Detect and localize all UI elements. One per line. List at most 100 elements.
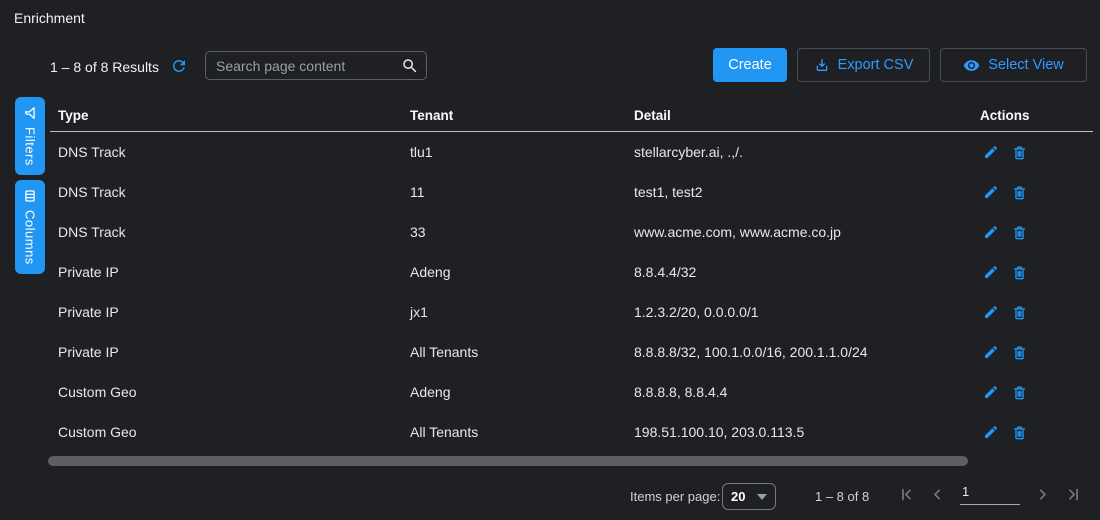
last-page-button[interactable] <box>1065 486 1082 503</box>
cell-actions <box>980 344 1093 361</box>
edit-button[interactable] <box>983 144 999 160</box>
cell-tenant: All Tenants <box>410 424 634 440</box>
cell-tenant: All Tenants <box>410 344 634 360</box>
pagination-range: 1 – 8 of 8 <box>815 489 869 504</box>
cell-actions <box>980 384 1093 401</box>
column-header-tenant: Tenant <box>410 108 634 123</box>
export-csv-label: Export CSV <box>838 57 914 73</box>
edit-pencil-icon <box>983 424 999 440</box>
delete-button[interactable] <box>1011 384 1028 401</box>
edit-pencil-icon <box>983 384 999 400</box>
create-button[interactable]: Create <box>713 48 787 82</box>
edit-pencil-icon <box>983 184 999 200</box>
chevron-down-icon <box>757 494 767 500</box>
cell-detail: 8.8.8.8, 8.8.4.4 <box>634 384 980 400</box>
horizontal-scrollbar[interactable] <box>48 456 968 466</box>
enrichment-table: Type Tenant Detail Actions DNS Track tlu… <box>50 100 1093 452</box>
edit-button[interactable] <box>983 384 999 400</box>
cell-actions <box>980 264 1093 281</box>
sidebar-tab-filters[interactable]: Filters <box>15 97 45 175</box>
delete-button[interactable] <box>1011 184 1028 201</box>
table-row: DNS Track 11 test1, test2 <box>50 172 1093 212</box>
delete-trash-icon <box>1011 184 1028 201</box>
items-per-page-select[interactable]: 20 <box>722 483 776 510</box>
delete-button[interactable] <box>1011 344 1028 361</box>
delete-button[interactable] <box>1011 224 1028 241</box>
refresh-icon <box>170 57 188 75</box>
filters-tab-label: Filters <box>23 127 38 166</box>
download-icon <box>814 57 830 73</box>
prev-page-button[interactable] <box>929 486 946 503</box>
next-page-button[interactable] <box>1034 486 1051 503</box>
next-page-icon <box>1034 486 1051 503</box>
delete-trash-icon <box>1011 344 1028 361</box>
columns-grid-icon <box>23 189 37 203</box>
table-row: Private IP jx1 1.2.3.2/20, 0.0.0.0/1 <box>50 292 1093 332</box>
delete-trash-icon <box>1011 224 1028 241</box>
cell-type: Custom Geo <box>50 424 410 440</box>
sidebar-tab-columns[interactable]: Columns <box>15 180 45 274</box>
cell-type: DNS Track <box>50 144 410 160</box>
cell-tenant: tlu1 <box>410 144 634 160</box>
edit-button[interactable] <box>983 344 999 360</box>
cell-tenant: jx1 <box>410 304 634 320</box>
delete-button[interactable] <box>1011 264 1028 281</box>
refresh-button[interactable] <box>169 56 189 76</box>
cell-actions <box>980 184 1093 201</box>
edit-pencil-icon <box>983 304 999 320</box>
delete-trash-icon <box>1011 304 1028 321</box>
enrichment-page: Enrichment 1 – 8 of 8 Results Create Exp… <box>0 0 1100 520</box>
table-row: Private IP All Tenants 8.8.8.8/32, 100.1… <box>50 332 1093 372</box>
cell-type: DNS Track <box>50 224 410 240</box>
first-page-button[interactable] <box>898 486 915 503</box>
eye-icon <box>963 57 980 74</box>
cell-detail: 1.2.3.2/20, 0.0.0.0/1 <box>634 304 980 320</box>
first-page-icon <box>898 486 915 503</box>
items-per-page-label: Items per page: <box>630 489 720 504</box>
cell-detail: 8.8.4.4/32 <box>634 264 980 280</box>
filter-funnel-icon <box>23 106 37 120</box>
last-page-icon <box>1065 486 1082 503</box>
page-number-input[interactable] <box>960 484 1020 505</box>
cell-type: DNS Track <box>50 184 410 200</box>
table-header-row: Type Tenant Detail Actions <box>50 100 1093 132</box>
edit-button[interactable] <box>983 264 999 280</box>
search-input[interactable] <box>206 58 401 74</box>
cell-detail: 198.51.100.10, 203.0.113.5 <box>634 424 980 440</box>
select-view-label: Select View <box>988 57 1064 73</box>
create-button-label: Create <box>728 57 772 73</box>
cell-detail: www.acme.com, www.acme.co.jp <box>634 224 980 240</box>
cell-type: Private IP <box>50 304 410 320</box>
edit-button[interactable] <box>983 224 999 240</box>
table-row: Custom Geo All Tenants 198.51.100.10, 20… <box>50 412 1093 452</box>
cell-tenant: Adeng <box>410 264 634 280</box>
cell-type: Private IP <box>50 344 410 360</box>
select-view-button[interactable]: Select View <box>940 48 1087 82</box>
table-row: Custom Geo Adeng 8.8.8.8, 8.8.4.4 <box>50 372 1093 412</box>
prev-page-icon <box>929 486 946 503</box>
delete-trash-icon <box>1011 264 1028 281</box>
cell-tenant: Adeng <box>410 384 634 400</box>
cell-detail: test1, test2 <box>634 184 980 200</box>
page-title: Enrichment <box>14 10 85 26</box>
edit-button[interactable] <box>983 184 999 200</box>
delete-trash-icon <box>1011 424 1028 441</box>
export-csv-button[interactable]: Export CSV <box>797 48 930 82</box>
edit-pencil-icon <box>983 344 999 360</box>
delete-trash-icon <box>1011 384 1028 401</box>
cell-type: Private IP <box>50 264 410 280</box>
delete-button[interactable] <box>1011 144 1028 161</box>
cell-detail: stellarcyber.ai, .,/. <box>634 144 980 160</box>
cell-actions <box>980 144 1093 161</box>
pagination-controls <box>898 484 1082 505</box>
delete-button[interactable] <box>1011 304 1028 321</box>
delete-button[interactable] <box>1011 424 1028 441</box>
edit-button[interactable] <box>983 424 999 440</box>
table-body: DNS Track tlu1 stellarcyber.ai, .,/. DNS… <box>50 132 1093 452</box>
column-header-actions: Actions <box>980 108 1093 123</box>
items-per-page-value: 20 <box>731 489 745 504</box>
delete-trash-icon <box>1011 144 1028 161</box>
cell-tenant: 33 <box>410 224 634 240</box>
edit-button[interactable] <box>983 304 999 320</box>
search-icon[interactable] <box>401 57 427 75</box>
